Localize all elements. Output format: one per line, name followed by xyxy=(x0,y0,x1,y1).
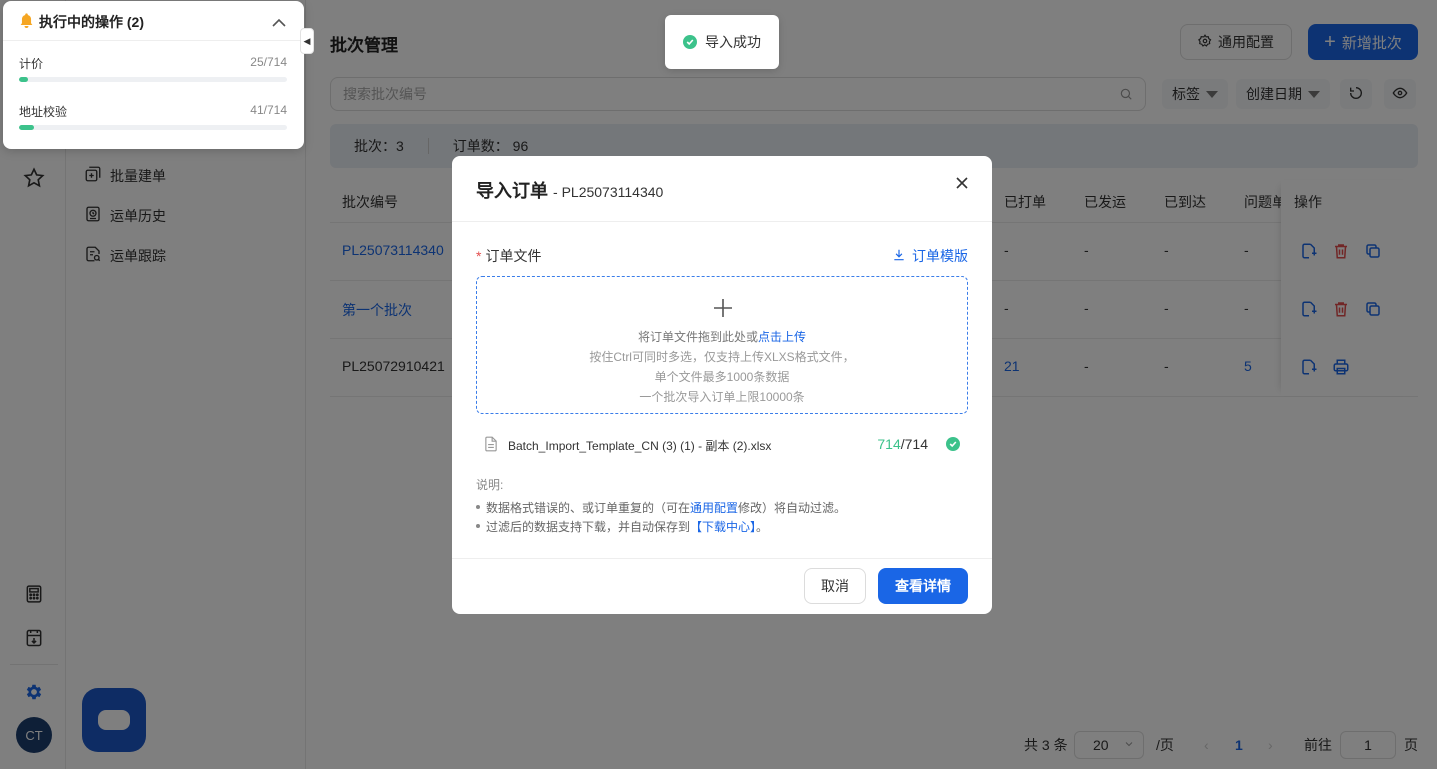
general-config-link[interactable]: 通用配置 xyxy=(690,501,738,515)
ops-task: 计价 25/714 xyxy=(19,55,287,82)
download-center-link[interactable]: 【下载中心】 xyxy=(690,520,756,534)
order-file-label-text: 订单文件 xyxy=(485,248,542,264)
order-file-label: * 订单文件 xyxy=(476,246,541,266)
required-mark: * xyxy=(476,248,482,264)
notes-title: 说明: xyxy=(476,478,504,492)
task-progress-count: 41/714 xyxy=(250,103,287,117)
note-text: 过滤后的数据支持下载，并自动保存到 xyxy=(486,520,691,534)
note-item: 过滤后的数据支持下载，并自动保存到【下载中心】。 xyxy=(475,518,769,535)
drop-text: 将订单文件拖到此处或 xyxy=(637,330,758,344)
check-circle-icon xyxy=(946,437,960,451)
close-icon[interactable] xyxy=(952,173,972,193)
toast-text: 导入成功 xyxy=(705,34,761,50)
file-valid-count: 714 xyxy=(877,436,901,452)
check-circle-icon xyxy=(683,35,697,49)
drop-hint: 单个文件最多1000条数据 xyxy=(654,370,790,384)
dialog-title-text: 导入订单 xyxy=(476,181,548,201)
note-text: 。 xyxy=(756,520,769,534)
file-total-count: /714 xyxy=(900,436,928,452)
file-name: Batch_Import_Template_CN (3) (1) - 副本 (2… xyxy=(508,438,772,453)
success-toast: 导入成功 xyxy=(665,15,779,69)
task-name: 地址校验 xyxy=(19,105,68,119)
bell-icon xyxy=(20,13,33,31)
task-progress-bar xyxy=(19,125,287,130)
dialog-header: 导入订单 - PL25073114340 xyxy=(452,156,992,222)
chevron-up-icon[interactable] xyxy=(272,15,286,31)
ops-panel-header[interactable]: 执行中的操作 (2) xyxy=(3,1,304,41)
template-download-link[interactable]: 订单模版 xyxy=(892,246,968,266)
dialog-title: 导入订单 - PL25073114340 xyxy=(476,177,663,203)
cancel-button[interactable]: 取消 xyxy=(804,568,866,604)
task-progress-fill xyxy=(19,125,35,130)
click-upload-link[interactable]: 点击上传 xyxy=(758,330,806,344)
drop-hint: 一个批次导入订单上限10000条 xyxy=(639,390,805,404)
running-operations-panel: 执行中的操作 (2) 计价 25/714 地址校验 41/714 xyxy=(3,1,304,149)
file-dropzone[interactable]: 将订单文件拖到此处或点击上传 按住Ctrl可同时多选，仅支持上传XLXS格式文件… xyxy=(476,276,968,414)
drop-hint: 按住Ctrl可同时多选，仅支持上传XLXS格式文件， xyxy=(589,350,855,364)
drop-instruction: 将订单文件拖到此处或点击上传 xyxy=(477,328,967,345)
task-progress-count: 25/714 xyxy=(250,55,287,69)
note-text: 修改）将自动过滤。 xyxy=(738,501,847,515)
file-row-count: 714/714 xyxy=(877,436,928,452)
plus-icon xyxy=(714,299,732,317)
note-text: 数据格式错误的、或订单重复的（可在 xyxy=(486,501,691,515)
template-link-text: 订单模版 xyxy=(912,248,968,264)
task-progress-bar xyxy=(19,77,287,82)
task-progress-fill xyxy=(19,77,29,82)
collapse-sidebar-button[interactable]: ◀ xyxy=(300,28,314,54)
task-name: 计价 xyxy=(19,57,44,71)
uploaded-file-item: Batch_Import_Template_CN (3) (1) - 副本 (2… xyxy=(484,434,960,456)
view-details-button[interactable]: 查看详情 xyxy=(878,568,968,604)
dialog-subtitle: - PL25073114340 xyxy=(553,184,664,200)
file-icon xyxy=(484,436,498,455)
import-orders-dialog: 导入订单 - PL25073114340 * 订单文件 订单模版 将订单文件拖到此… xyxy=(452,156,992,614)
note-item: 数据格式错误的、或订单重复的（可在通用配置修改）将自动过滤。 xyxy=(475,499,847,516)
download-icon xyxy=(892,248,906,265)
ops-panel-title: 执行中的操作 (2) xyxy=(39,14,144,30)
ops-task: 地址校验 41/714 xyxy=(19,103,287,130)
dialog-footer-divider xyxy=(452,558,992,559)
